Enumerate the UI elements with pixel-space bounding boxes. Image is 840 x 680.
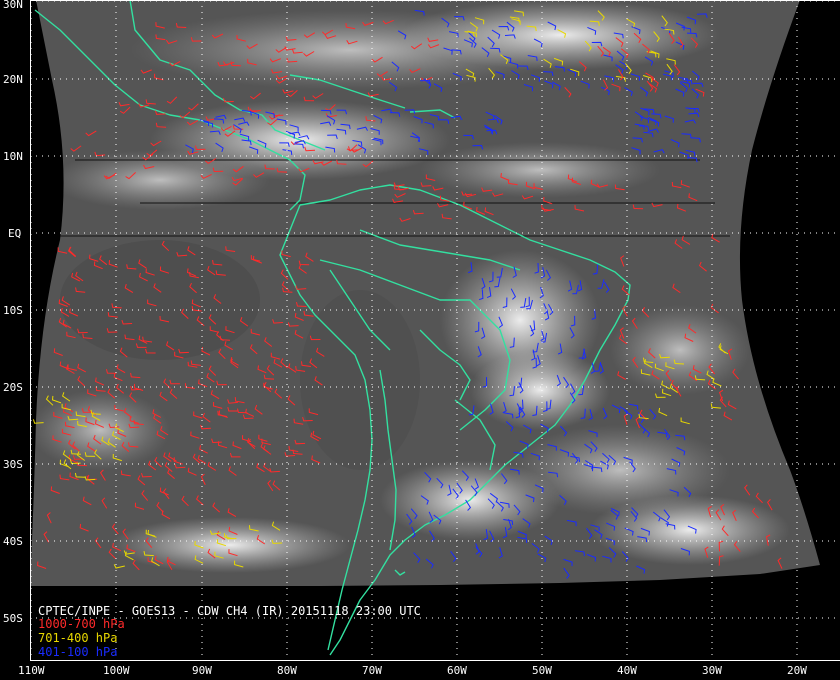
lat-label: 10N (3, 150, 23, 163)
lon-label: 100W (103, 664, 130, 677)
lon-label: 40W (617, 664, 637, 677)
latitude-labels: 30N 20N 10N EQ 10S 20S 30S 40S 50S (3, 0, 23, 625)
lat-label: 20S (3, 381, 23, 394)
legend-upper-level: 401-100 hPa (38, 645, 118, 659)
lat-label: 40S (3, 535, 23, 548)
lon-label: 20W (787, 664, 807, 677)
lat-label: 10S (3, 304, 23, 317)
lat-label: 30N (3, 0, 23, 11)
lon-label: 90W (192, 664, 212, 677)
lon-label: 110W (18, 664, 45, 677)
lat-label: EQ (8, 227, 21, 240)
longitude-labels: 110W 100W 90W 80W 70W 60W 50W 40W 30W 20… (18, 664, 807, 677)
lon-label: 30W (702, 664, 722, 677)
lon-label: 80W (277, 664, 297, 677)
legend-mid-level: 701-400 hPa (38, 631, 118, 645)
legend-low-level: 1000-700 hPa (38, 617, 125, 631)
satellite-map: 30N 20N 10N EQ 10S 20S 30S 40S 50S 110W … (3, 0, 840, 677)
lat-label: 20N (3, 73, 23, 86)
lon-label: 50W (532, 664, 552, 677)
lon-label: 60W (447, 664, 467, 677)
lat-label: 50S (3, 612, 23, 625)
lon-label: 70W (362, 664, 382, 677)
lat-label: 30S (3, 458, 23, 471)
